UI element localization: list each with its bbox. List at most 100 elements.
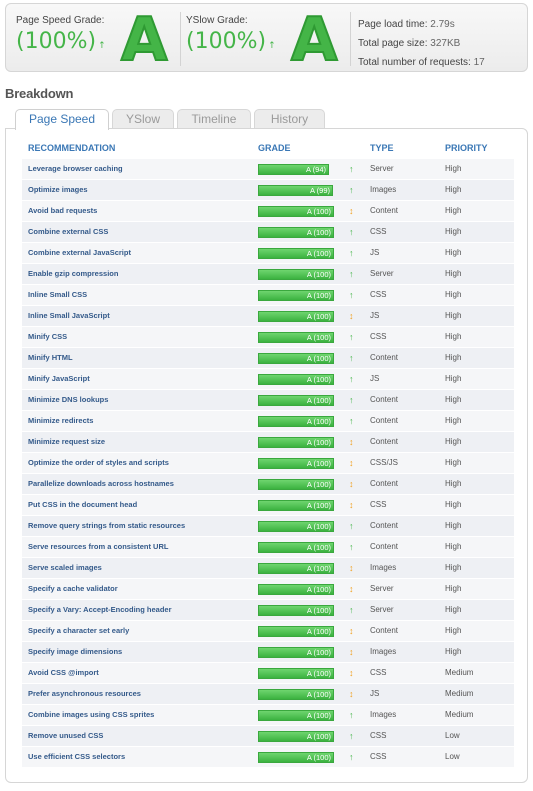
table-row[interactable]: Serve scaled images A (100) ↕ Images High: [22, 558, 514, 579]
tab-history[interactable]: History: [254, 109, 325, 129]
grade-bar-label: A (100): [306, 291, 331, 300]
trend-mixed-icon: ↕: [349, 311, 354, 321]
grade-bar-label: A (100): [306, 417, 331, 426]
table-row[interactable]: Parallelize downloads across hostnames A …: [22, 474, 514, 495]
table-row[interactable]: Avoid bad requests A (100) ↕ Content High: [22, 201, 514, 222]
table-row[interactable]: Optimize the order of styles and scripts…: [22, 453, 514, 474]
table-row[interactable]: Remove unused CSS A (100) ↑ CSS Low: [22, 726, 514, 747]
recommendation-name[interactable]: Minimize redirects: [28, 411, 93, 431]
trend-up-icon: ↑: [349, 752, 354, 762]
recommendation-name[interactable]: Avoid CSS @import: [28, 663, 99, 683]
grade-bar-label: A (100): [306, 711, 331, 720]
column-header-type[interactable]: TYPE: [370, 143, 394, 153]
recommendation-name[interactable]: Optimize the order of styles and scripts: [28, 453, 169, 473]
recommendation-type: Server: [370, 164, 394, 173]
recommendation-priority: Medium: [445, 668, 474, 677]
trend-up-icon: ↑: [349, 332, 354, 342]
recommendation-name[interactable]: Put CSS in the document head: [28, 495, 137, 515]
recommendation-type: Images: [370, 185, 397, 194]
table-row[interactable]: Minimize DNS lookups A (100) ↑ Content High: [22, 390, 514, 411]
table-row[interactable]: Inline Small CSS A (100) ↑ CSS High: [22, 285, 514, 306]
grade-bar: A (100): [258, 206, 334, 217]
recommendation-name[interactable]: Serve scaled images: [28, 558, 102, 578]
recommendation-name[interactable]: Combine images using CSS sprites: [28, 705, 154, 725]
tab-timeline[interactable]: Timeline: [177, 109, 251, 129]
recommendation-name[interactable]: Remove unused CSS: [28, 726, 103, 746]
grade-bar-label: A (94): [305, 165, 326, 174]
table-row[interactable]: Prefer asynchronous resources A (100) ↕ JS M…: [22, 684, 514, 705]
recommendation-name[interactable]: Avoid bad requests: [28, 201, 97, 221]
recommendation-type: Images: [370, 647, 397, 656]
recommendation-name[interactable]: Minify JavaScript: [28, 369, 90, 389]
recommendation-name[interactable]: Enable gzip compression: [28, 264, 118, 284]
recommendation-name[interactable]: Minify CSS: [28, 327, 67, 347]
grade-bar: A (100): [258, 479, 334, 490]
table-row[interactable]: Combine images using CSS sprites A (100) ↑…: [22, 705, 514, 726]
tab-yslow[interactable]: YSlow: [112, 109, 174, 129]
table-row[interactable]: Specify a character set early A (100) ↕ Con…: [22, 621, 514, 642]
grade-bar: A (100): [258, 626, 334, 637]
trend-mixed-icon: ↕: [349, 458, 354, 468]
table-row[interactable]: Specify a Vary: Accept-Encoding header A …: [22, 600, 514, 621]
recommendation-name[interactable]: Prefer asynchronous resources: [28, 684, 141, 704]
recommendation-name[interactable]: Inline Small JavaScript: [28, 306, 110, 326]
recommendation-type: Content: [370, 416, 399, 425]
trend-up-icon: ↑: [349, 605, 354, 615]
recommendation-name[interactable]: Specify image dimensions: [28, 642, 122, 662]
grade-bar-label: A (100): [306, 543, 331, 552]
table-row[interactable]: Minify HTML A (100) ↑ Content High: [22, 348, 514, 369]
recommendation-priority: High: [445, 563, 462, 572]
grade-bar: A (100): [258, 605, 334, 616]
recommendation-type: Server: [370, 605, 394, 614]
column-header-priority[interactable]: PRIORITY: [445, 143, 488, 153]
recommendation-name[interactable]: Specify a character set early: [28, 621, 129, 641]
grade-bar-label: A (100): [306, 459, 331, 468]
recommendation-priority: High: [445, 290, 462, 299]
table-row[interactable]: Minimize request size A (100) ↕ Content High: [22, 432, 514, 453]
table-row[interactable]: Combine external CSS A (100) ↑ CSS High: [22, 222, 514, 243]
recommendation-name[interactable]: Use efficient CSS selectors: [28, 747, 125, 767]
recommendation-name[interactable]: Specify a Vary: Accept-Encoding header: [28, 600, 172, 620]
table-row[interactable]: Combine external JavaScript A (100) ↑ JS Hig…: [22, 243, 514, 264]
recommendation-name[interactable]: Specify a cache validator: [28, 579, 118, 599]
recommendation-type: CSS: [370, 668, 387, 677]
tab-page-speed[interactable]: Page Speed: [15, 109, 109, 130]
recommendation-name[interactable]: Leverage browser caching: [28, 159, 123, 179]
recommendation-name[interactable]: Inline Small CSS: [28, 285, 87, 305]
table-row[interactable]: Minify CSS A (100) ↑ CSS High: [22, 327, 514, 348]
table-row[interactable]: Serve resources from a consistent URL A (…: [22, 537, 514, 558]
recommendation-name[interactable]: Minify HTML: [28, 348, 73, 368]
table-row[interactable]: Minimize redirects A (100) ↑ Content High: [22, 411, 514, 432]
recommendation-name[interactable]: Combine external JavaScript: [28, 243, 131, 263]
table-row[interactable]: Remove query strings from static resourc…: [22, 516, 514, 537]
table-row[interactable]: Put CSS in the document head A (100) ↕ CSS H…: [22, 495, 514, 516]
grade-bar: A (100): [258, 500, 334, 511]
recommendation-priority: High: [445, 164, 462, 173]
recommendation-name[interactable]: Serve resources from a consistent URL: [28, 537, 168, 557]
trend-up-icon: ↑: [349, 416, 354, 426]
column-header-recommendation[interactable]: RECOMMENDATION: [28, 143, 115, 153]
recommendation-name[interactable]: Minimize DNS lookups: [28, 390, 108, 410]
yslow-grade-label: YSlow Grade:: [186, 15, 248, 26]
column-header-grade[interactable]: GRADE: [258, 143, 291, 153]
stat-value: 17: [473, 57, 485, 68]
recommendation-name[interactable]: Remove query strings from static resourc…: [28, 516, 185, 536]
table-row[interactable]: Leverage browser caching A (94) ↑ Server Hig…: [22, 159, 514, 180]
trend-mixed-icon: ↕: [349, 668, 354, 678]
summary-divider: [350, 12, 351, 66]
table-row[interactable]: Inline Small JavaScript A (100) ↕ JS High: [22, 306, 514, 327]
table-row[interactable]: Optimize images A (99) ↑ Images High: [22, 180, 514, 201]
grade-bar-label: A (100): [306, 333, 331, 342]
grade-bar: A (100): [258, 269, 334, 280]
recommendation-name[interactable]: Parallelize downloads across hostnames: [28, 474, 174, 494]
table-row[interactable]: Use efficient CSS selectors A (100) ↑ CSS Lo…: [22, 747, 514, 768]
trend-mixed-icon: ↕: [349, 479, 354, 489]
recommendation-name[interactable]: Combine external CSS: [28, 222, 108, 242]
table-row[interactable]: Specify a cache validator A (100) ↕ Server H…: [22, 579, 514, 600]
table-row[interactable]: Avoid CSS @import A (100) ↕ CSS Medium: [22, 663, 514, 684]
recommendation-name[interactable]: Minimize request size: [28, 432, 105, 452]
recommendation-name[interactable]: Optimize images: [28, 180, 88, 200]
table-row[interactable]: Minify JavaScript A (100) ↑ JS High: [22, 369, 514, 390]
table-row[interactable]: Enable gzip compression A (100) ↑ Server Hig…: [22, 264, 514, 285]
table-row[interactable]: Specify image dimensions A (100) ↕ Images Hi…: [22, 642, 514, 663]
